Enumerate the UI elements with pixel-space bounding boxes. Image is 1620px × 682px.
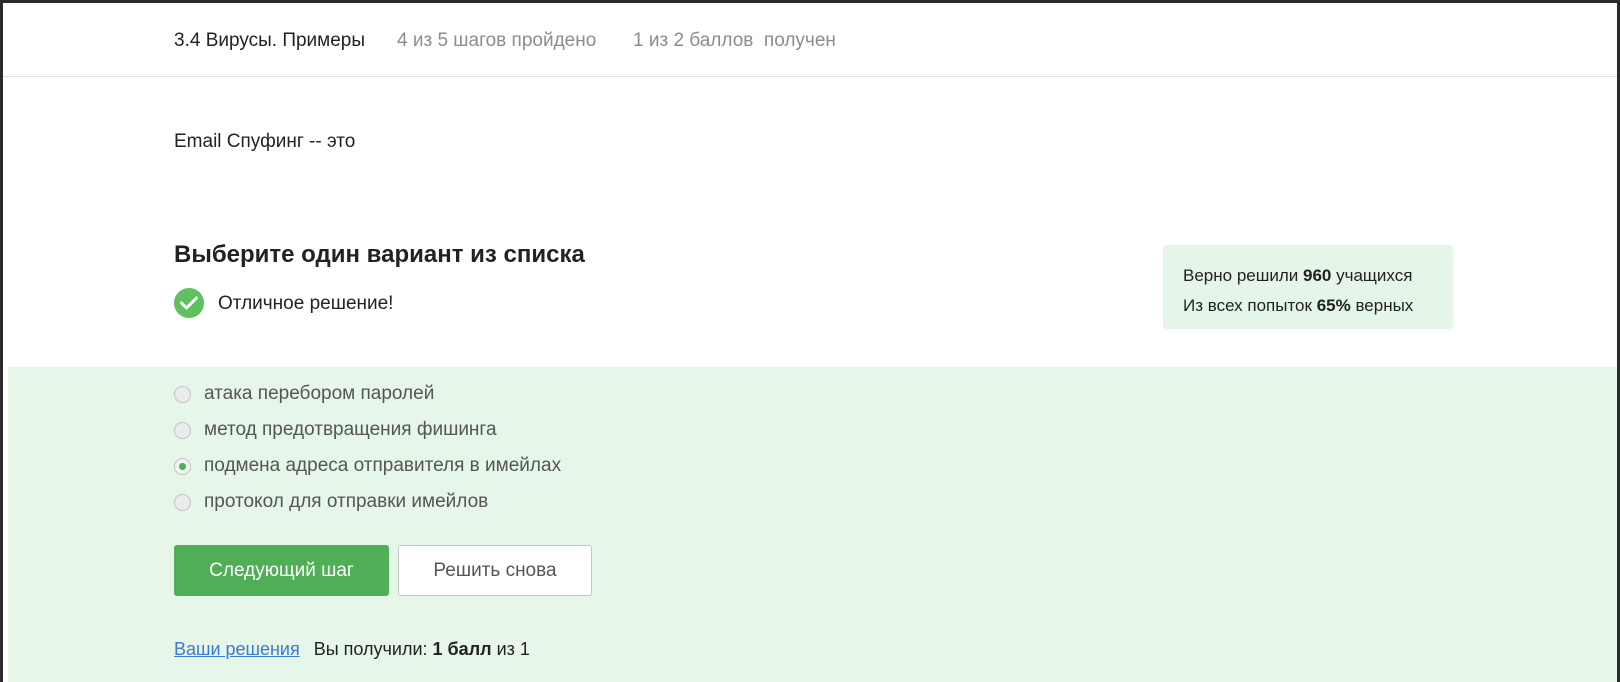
- solved-prefix: Верно решили: [1183, 266, 1303, 285]
- radio-button[interactable]: [174, 422, 191, 439]
- score-text: Вы получили: 1 балл из 1: [314, 639, 530, 659]
- lesson-step-page: 3.4 Вирусы. Примеры 4 из 5 шагов пройден…: [3, 3, 1617, 682]
- points-progress: 1 из 2 баллов получен: [633, 30, 836, 51]
- option-label[interactable]: подмена адреса отправителя в имейлах: [204, 455, 561, 477]
- quiz-heading: Выберите один вариант из списка: [174, 241, 585, 268]
- radio-button[interactable]: [174, 494, 191, 511]
- lesson-header: 3.4 Вирусы. Примеры 4 из 5 шагов пройден…: [3, 3, 1617, 77]
- footer-row: Ваши решения Вы получили: 1 балл из 1: [174, 639, 530, 660]
- feedback-message: Отличное решение!: [218, 293, 394, 314]
- score-prefix: Вы получили:: [313, 639, 433, 659]
- check-circle-icon: [174, 288, 204, 318]
- radio-button[interactable]: [174, 386, 191, 403]
- your-solutions-link[interactable]: Ваши решения: [174, 639, 300, 659]
- solved-suffix: учащихся: [1331, 266, 1413, 285]
- lesson-title[interactable]: 3.4 Вирусы. Примеры: [174, 30, 365, 52]
- radio-button-selected[interactable]: [174, 458, 191, 475]
- attempts-line: Из всех попыток 65% верных: [1183, 291, 1453, 321]
- answer-area: атака перебором паролей метод предотвращ…: [8, 367, 1617, 682]
- steps-progress: 4 из 5 шагов пройдено: [397, 30, 597, 51]
- attempts-percent: 65%: [1316, 296, 1351, 315]
- solve-again-button[interactable]: Решить снова: [398, 545, 592, 596]
- stats-box: Верно решили 960 учащихся Из всех попыто…: [1163, 245, 1453, 329]
- option-label[interactable]: протокол для отправки имейлов: [204, 491, 488, 513]
- solved-count: 960: [1303, 266, 1332, 285]
- option-label[interactable]: метод предотвращения фишинга: [204, 419, 497, 441]
- attempts-prefix: Из всех попыток: [1183, 296, 1317, 315]
- question-text: Email Спуфинг -- это: [174, 131, 356, 152]
- solved-count-line: Верно решили 960 учащихся: [1183, 261, 1453, 291]
- option-label[interactable]: атака перебором паролей: [204, 383, 434, 405]
- score-value: 1 балл: [432, 639, 492, 659]
- score-suffix: из 1: [491, 639, 530, 659]
- next-step-button[interactable]: Следующий шаг: [174, 545, 389, 596]
- attempts-suffix: верных: [1350, 296, 1414, 315]
